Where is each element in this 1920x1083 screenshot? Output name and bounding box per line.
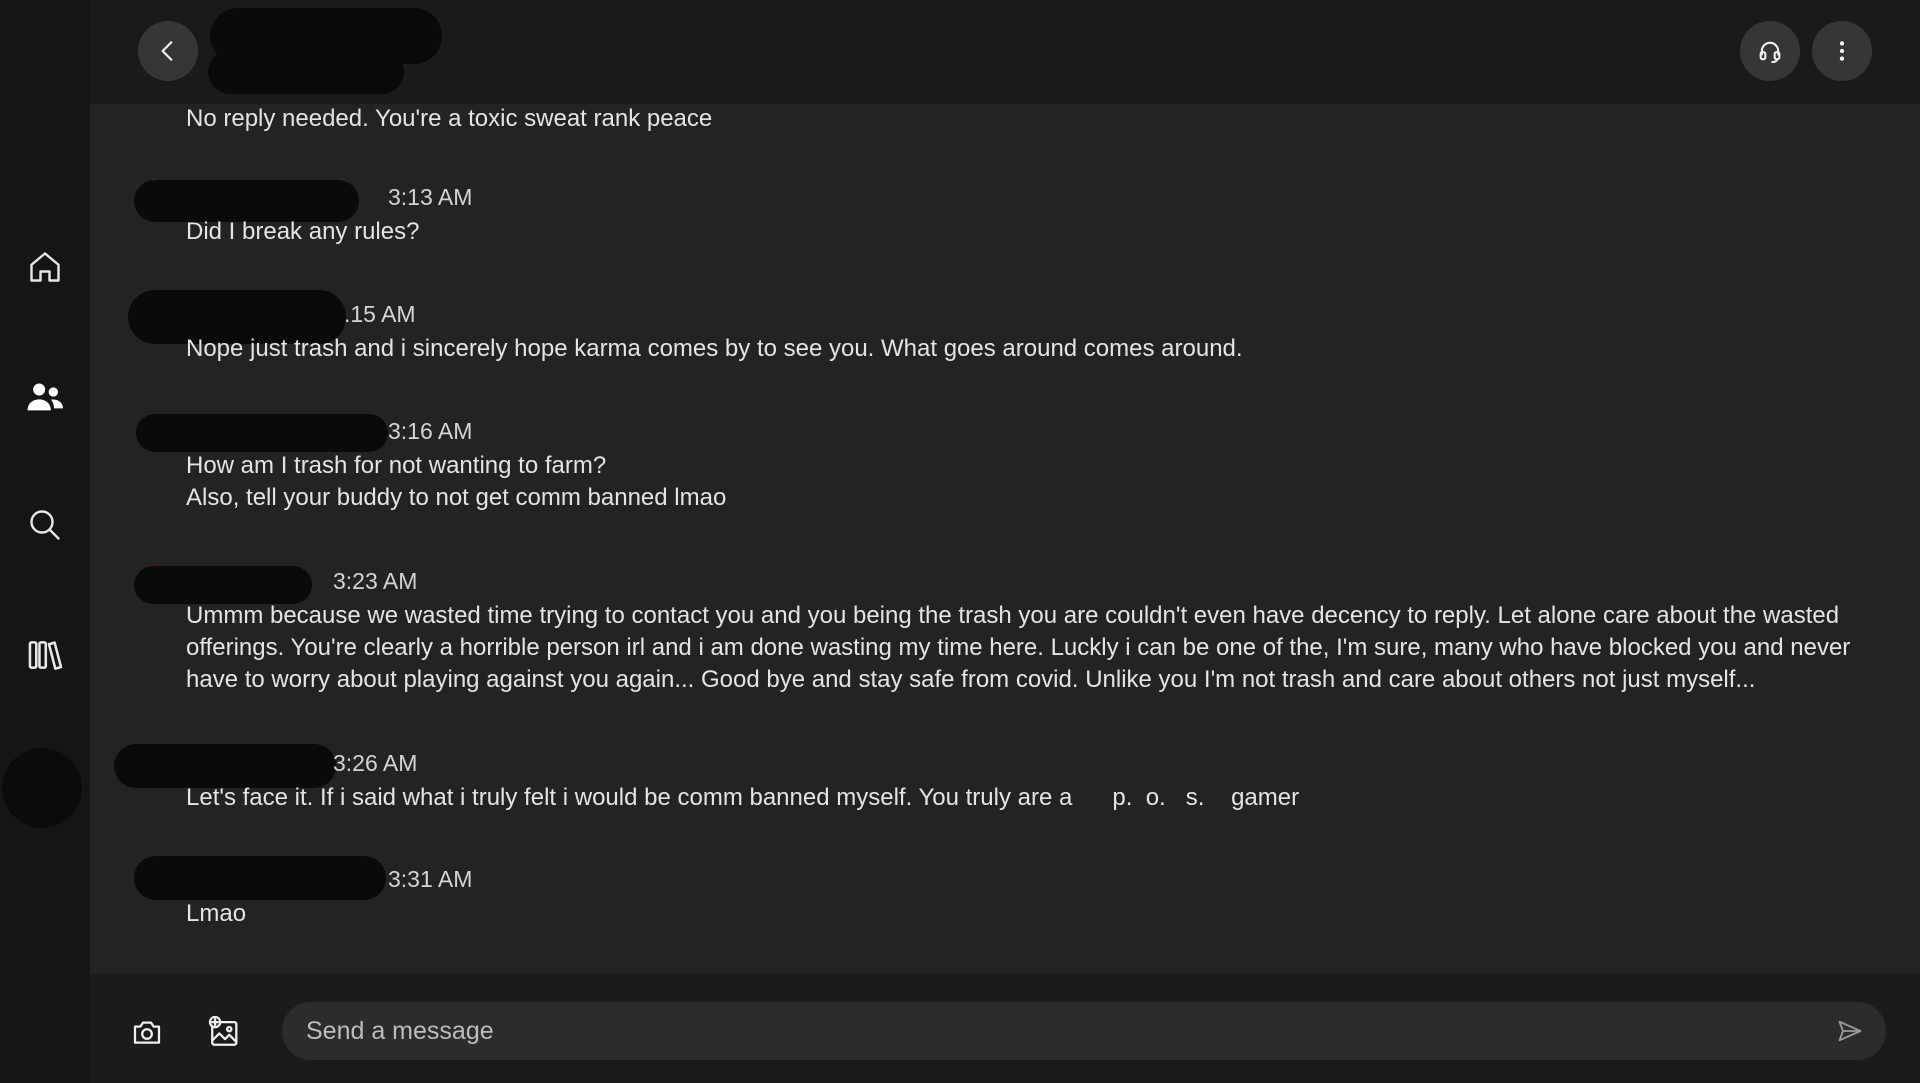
message-line: have to worry about playing against you … <box>186 666 1756 693</box>
camera-button[interactable] <box>125 1010 169 1054</box>
message-line: No reply needed. You're a toxic sweat ra… <box>186 105 713 132</box>
nav-search[interactable] <box>20 500 70 550</box>
message-line: Let's face it. If i said what i truly fe… <box>186 784 1300 811</box>
headset-icon <box>1759 41 1781 64</box>
nav-rail <box>0 0 90 1083</box>
send-icon <box>1838 1020 1862 1042</box>
message-composer <box>90 974 1920 1083</box>
message-text: Nope just trash and i sincerely hope kar… <box>186 333 1886 365</box>
chevron-left-icon <box>161 41 173 61</box>
message-list[interactable]: No reply needed. You're a toxic sweat ra… <box>90 104 1920 974</box>
message-line: Did I break any rules? <box>186 218 420 245</box>
message-line: Lmao <box>186 900 247 927</box>
back-button[interactable] <box>138 21 198 81</box>
search-icon <box>30 510 60 540</box>
message-line: Also, tell your buddy to not get comm ba… <box>186 484 727 511</box>
message-line: How am I trash for not wanting to farm? <box>186 452 607 479</box>
message-input-container <box>282 1002 1886 1060</box>
redacted-avatar <box>2 748 82 828</box>
message-line: offerings. You're clearly a horrible per… <box>186 634 1851 661</box>
home-icon <box>30 252 60 282</box>
message-text: Did I break any rules? <box>186 216 1886 248</box>
nav-library[interactable] <box>20 630 70 680</box>
redacted-sender-name <box>134 856 386 900</box>
send-button[interactable] <box>1832 1013 1868 1049</box>
message-time: 3:26 AM <box>333 750 418 776</box>
nav-friends[interactable] <box>20 372 70 422</box>
message-text: No reply needed. You're a toxic sweat ra… <box>186 104 1886 135</box>
chat-header <box>90 0 1920 104</box>
library-icon <box>28 641 63 670</box>
camera-icon <box>133 1021 161 1044</box>
message-time: 3:31 AM <box>388 866 473 892</box>
message-time: 3:13 AM <box>388 184 473 210</box>
message-text: How am I trash for not wanting to farm? … <box>186 450 1886 514</box>
message-time: 3:16 AM <box>388 418 473 444</box>
message-line: Ummm because we wasted time trying to co… <box>186 602 1840 629</box>
friends-icon <box>27 383 63 411</box>
redacted-username-2 <box>208 50 404 94</box>
gallery-button[interactable] <box>203 1010 247 1054</box>
message-text: Lmao <box>186 898 1886 930</box>
more-options-button[interactable] <box>1812 21 1872 81</box>
voice-chat-button[interactable] <box>1740 21 1800 81</box>
redacted-sender-name <box>136 414 388 452</box>
nav-home[interactable] <box>20 242 70 292</box>
redacted-sender-name <box>134 566 312 604</box>
message-text: Let's face it. If i said what i truly fe… <box>186 782 1886 814</box>
message-time: .15 AM <box>344 301 416 327</box>
more-vertical-icon <box>1839 41 1845 61</box>
message-time: 3:23 AM <box>333 568 418 594</box>
message-input[interactable] <box>306 1002 1806 1060</box>
message-line: Nope just trash and i sincerely hope kar… <box>186 335 1243 362</box>
message-text: Ummm because we wasted time trying to co… <box>186 600 1886 696</box>
image-add-icon <box>208 1015 238 1046</box>
